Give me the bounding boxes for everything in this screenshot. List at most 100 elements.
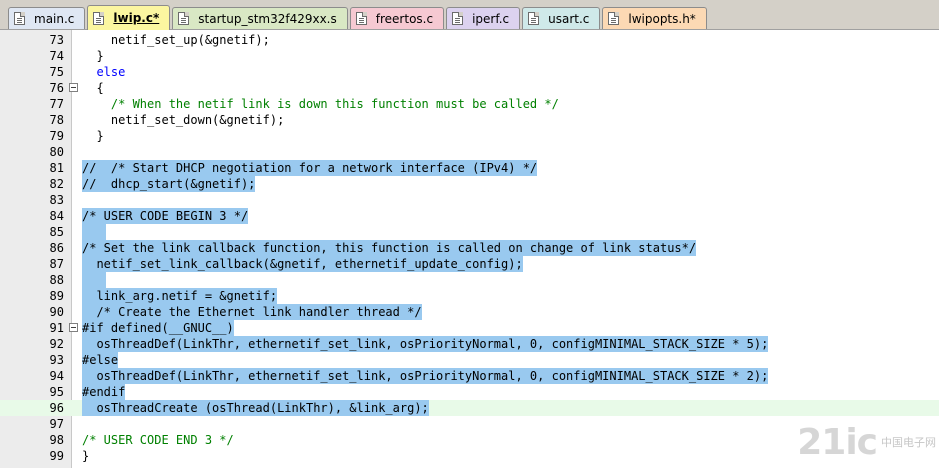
tab-lwip-c[interactable]: lwip.c* <box>87 5 171 30</box>
line-number: 89 <box>49 289 64 303</box>
code-text: osThreadCreate (osThread(LinkThr), &link… <box>82 400 429 416</box>
file-tab-bar: main.c lwip.c* startup_stm32f429xx.s freert… <box>0 0 939 30</box>
line-number: 97 <box>49 417 64 431</box>
fold-collapse-icon[interactable] <box>69 323 78 332</box>
tab-label: main.c <box>34 11 75 26</box>
line-number: 87 <box>49 257 64 271</box>
code-text: netif_set_down(&gnetif); <box>82 113 285 127</box>
code-editor[interactable]: 73 netif_set_up(&gnetif); 74 } 75 else 76 {… <box>0 30 939 468</box>
code-line[interactable]: 74 } <box>0 48 939 64</box>
line-number: 78 <box>49 113 64 127</box>
code-line[interactable]: 76 { <box>0 80 939 96</box>
tab-freertos-c[interactable]: freertos.c <box>349 7 445 29</box>
line-number: 90 <box>49 305 64 319</box>
code-text: osThreadDef(LinkThr, ethernetif_set_link… <box>82 368 769 384</box>
file-icon <box>178 12 190 25</box>
code-line[interactable]: 85 <box>0 224 939 240</box>
code-line[interactable]: 95 #endif <box>0 384 939 400</box>
line-number: 77 <box>49 97 64 111</box>
code-text: netif_set_link_callback(&gnetif, etherne… <box>82 256 523 272</box>
code-line[interactable]: 79 } <box>0 128 939 144</box>
line-number: 88 <box>49 273 64 287</box>
line-number: 99 <box>49 449 64 463</box>
code-text: #if defined(__GNUC__) <box>82 320 234 336</box>
line-number: 94 <box>49 369 64 383</box>
line-number: 81 <box>49 161 64 175</box>
code-text: { <box>82 81 104 95</box>
tab-startup-stm32f429xx-s[interactable]: startup_stm32f429xx.s <box>172 7 348 29</box>
line-number: 76 <box>49 81 64 95</box>
code-text: #endif <box>82 384 126 400</box>
file-icon <box>452 12 464 25</box>
tab-label: freertos.c <box>375 11 434 26</box>
code-line[interactable]: 91 #if defined(__GNUC__) <box>0 320 939 336</box>
code-text: #else <box>82 352 119 368</box>
code-line[interactable]: 75 else <box>0 64 939 80</box>
code-line[interactable]: 90 /* Create the Ethernet link handler t… <box>0 304 939 320</box>
tab-lwipopts-h[interactable]: lwipopts.h* <box>602 7 707 29</box>
line-number: 85 <box>49 225 64 239</box>
file-icon <box>355 12 367 25</box>
tab-usart-c[interactable]: usart.c <box>522 7 601 29</box>
code-line[interactable]: 98 /* USER CODE END 3 */ <box>0 432 939 448</box>
file-icon <box>608 12 620 25</box>
code-line[interactable]: 99} <box>0 448 939 464</box>
line-number: 73 <box>49 33 64 47</box>
line-number: 74 <box>49 49 64 63</box>
code-text: link_arg.netif = &gnetif; <box>82 288 278 304</box>
line-number: 95 <box>49 385 64 399</box>
code-line[interactable]: 84 /* USER CODE BEGIN 3 */ <box>0 208 939 224</box>
fold-collapse-icon[interactable] <box>69 83 78 92</box>
code-text: /* USER CODE END 3 */ <box>82 433 234 447</box>
line-number: 83 <box>49 193 64 207</box>
file-icon <box>14 12 25 25</box>
tab-label: lwipopts.h* <box>628 11 696 26</box>
code-line[interactable]: 81 // /* Start DHCP negotiation for a net… <box>0 160 939 176</box>
code-line[interactable]: 92 osThreadDef(LinkThr, ethernetif_set_l… <box>0 336 939 352</box>
code-line[interactable]: 97 <box>0 416 939 432</box>
line-number: 75 <box>49 65 64 79</box>
code-text: osThreadDef(LinkThr, ethernetif_set_link… <box>82 336 769 352</box>
tab-iperf-c[interactable]: iperf.c <box>446 7 521 29</box>
code-text: } <box>82 49 104 63</box>
code-text: /* Create the Ethernet link handler thre… <box>82 304 422 320</box>
code-line[interactable]: 94 osThreadDef(LinkThr, ethernetif_set_l… <box>0 368 939 384</box>
code-text: /* Set the link callback function, this … <box>82 240 697 256</box>
line-number: 80 <box>49 145 64 159</box>
code-line[interactable]: 88 <box>0 272 939 288</box>
code-text: } <box>82 129 104 143</box>
file-icon <box>93 11 105 25</box>
code-line[interactable]: 77 /* When the netif link is down this f… <box>0 96 939 112</box>
code-text: /* USER CODE BEGIN 3 */ <box>82 208 249 224</box>
tab-label: iperf.c <box>472 11 510 26</box>
code-text: } <box>82 449 90 463</box>
code-text <box>82 224 106 240</box>
line-number: 98 <box>49 433 64 447</box>
code-line[interactable]: 82 // dhcp_start(&gnetif); <box>0 176 939 192</box>
tab-main-c[interactable]: main.c <box>8 7 86 29</box>
line-number: 79 <box>49 129 64 143</box>
code-line[interactable]: 96 osThreadCreate (osThread(LinkThr), &l… <box>0 400 939 416</box>
code-text: // dhcp_start(&gnetif); <box>82 176 256 192</box>
code-text <box>82 272 106 288</box>
code-line[interactable]: 78 netif_set_down(&gnetif); <box>0 112 939 128</box>
code-line[interactable]: 86 /* Set the link callback function, thi… <box>0 240 939 256</box>
code-line[interactable]: 80 <box>0 144 939 160</box>
line-number: 91 <box>49 321 64 335</box>
file-icon <box>528 12 540 25</box>
line-number: 86 <box>49 241 64 255</box>
code-text: netif_set_up(&gnetif); <box>82 33 270 47</box>
tab-label: startup_stm32f429xx.s <box>198 11 337 26</box>
line-number: 84 <box>49 209 64 223</box>
line-number: 82 <box>49 177 64 191</box>
code-line[interactable]: 83 <box>0 192 939 208</box>
code-line[interactable]: 73 netif_set_up(&gnetif); <box>0 32 939 48</box>
tab-label: lwip.c* <box>113 11 160 25</box>
code-line[interactable]: 87 netif_set_link_callback(&gnetif, ethe… <box>0 256 939 272</box>
tab-label: usart.c <box>548 11 590 26</box>
line-number: 96 <box>49 401 64 415</box>
code-line[interactable]: 89 link_arg.netif = &gnetif; <box>0 288 939 304</box>
code-line[interactable]: 93 #else <box>0 352 939 368</box>
line-number: 92 <box>49 337 64 351</box>
code-text: // /* Start DHCP negotiation for a netwo… <box>82 160 538 176</box>
